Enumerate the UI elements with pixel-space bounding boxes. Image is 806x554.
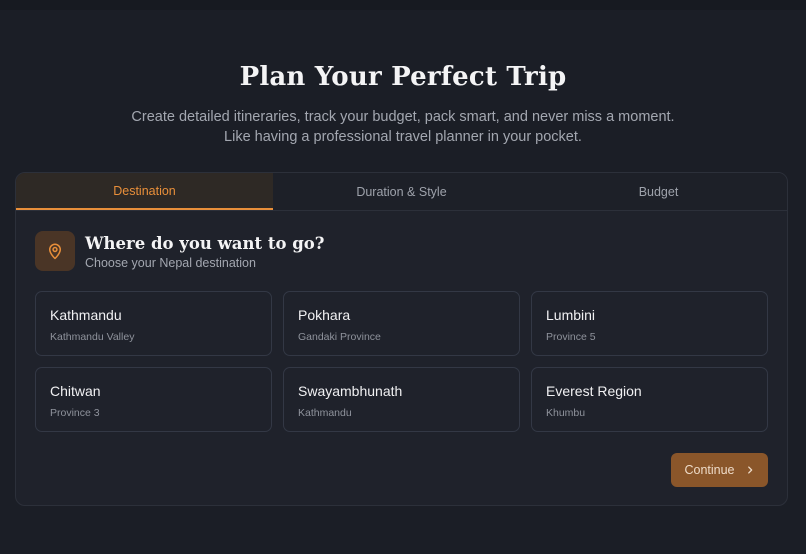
continue-label: Continue bbox=[684, 463, 735, 477]
page-subtitle: Create detailed itineraries, track your … bbox=[0, 107, 806, 147]
destination-region: Province 5 bbox=[546, 331, 596, 343]
destination-grid: Kathmandu Kathmandu Valley Pokhara Ganda… bbox=[35, 291, 768, 432]
destination-card-kathmandu[interactable]: Kathmandu Kathmandu Valley bbox=[35, 291, 272, 356]
subtitle-line-1: Create detailed itineraries, track your … bbox=[131, 109, 675, 125]
trip-planner-card: Destination Duration & Style Budget Wher… bbox=[15, 172, 788, 506]
destination-region: Gandaki Province bbox=[298, 331, 381, 343]
destination-region: Kathmandu bbox=[298, 407, 352, 419]
destination-card-everest-region[interactable]: Everest Region Khumbu bbox=[531, 367, 768, 432]
step-title: Where do you want to go? bbox=[85, 233, 325, 253]
destination-name: Kathmandu bbox=[50, 307, 122, 323]
hero-section: Plan Your Perfect Trip Create detailed i… bbox=[0, 60, 806, 147]
tab-destination[interactable]: Destination bbox=[16, 173, 273, 210]
destination-card-pokhara[interactable]: Pokhara Gandaki Province bbox=[283, 291, 520, 356]
destination-name: Chitwan bbox=[50, 383, 101, 399]
tab-budget[interactable]: Budget bbox=[530, 173, 787, 210]
destination-region: Province 3 bbox=[50, 407, 100, 419]
destination-name: Pokhara bbox=[298, 307, 351, 323]
step-subtitle: Choose your Nepal destination bbox=[85, 255, 256, 270]
step-header: Where do you want to go? Choose your Nep… bbox=[35, 231, 324, 271]
destination-region: Kathmandu Valley bbox=[50, 331, 135, 343]
destination-region: Khumbu bbox=[546, 407, 586, 419]
destination-card-lumbini[interactable]: Lumbini Province 5 bbox=[531, 291, 768, 356]
top-bar bbox=[0, 0, 806, 10]
destination-card-chitwan[interactable]: Chitwan Province 3 bbox=[35, 367, 272, 432]
destination-name: Swayambhunath bbox=[298, 383, 403, 399]
destination-name: Lumbini bbox=[546, 307, 596, 323]
destination-name: Everest Region bbox=[546, 383, 642, 399]
destination-card-swayambhunath[interactable]: Swayambhunath Kathmandu bbox=[283, 367, 520, 432]
subtitle-line-2: Like having a professional travel planne… bbox=[224, 129, 582, 145]
page-title: Plan Your Perfect Trip bbox=[239, 62, 567, 92]
tab-duration-style[interactable]: Duration & Style bbox=[273, 173, 530, 210]
continue-button[interactable]: Continue bbox=[671, 453, 768, 487]
map-pin-icon bbox=[35, 231, 75, 271]
step-tabs: Destination Duration & Style Budget bbox=[16, 173, 787, 211]
chevron-right-icon bbox=[745, 465, 755, 475]
